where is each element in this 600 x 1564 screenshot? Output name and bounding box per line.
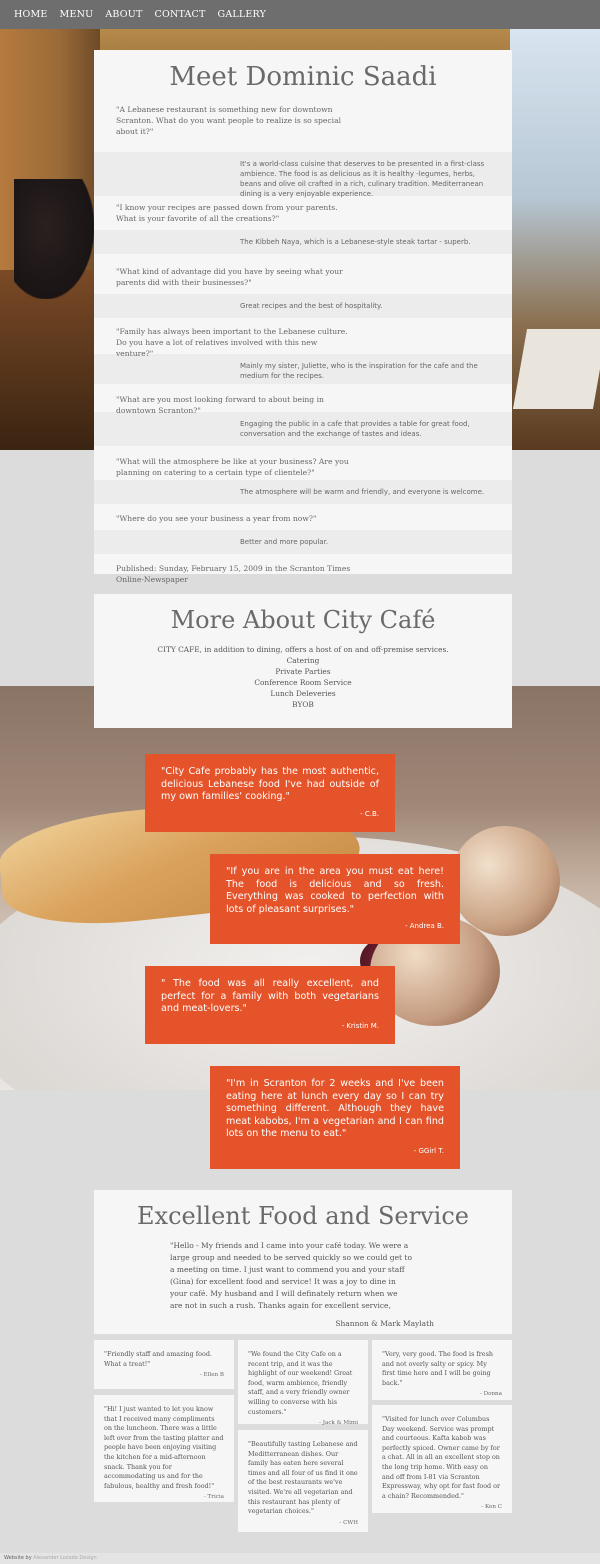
nav-gallery[interactable]: GALLERY [218, 9, 267, 20]
testimonial-author: - C.B. [360, 809, 379, 818]
review-author: - Ellen B [199, 1372, 224, 1379]
excellent-title: Excellent Food and Service [137, 1202, 469, 1230]
review-text: "Very, very good. The food is fresh and … [382, 1350, 493, 1387]
testimonial-author: - Andrea B. [405, 922, 444, 930]
answer: Engaging the public in a cafe that provi… [94, 412, 512, 446]
nav-home[interactable]: HOME [14, 9, 48, 20]
testimonial-card: " The food was all really excellent, and… [145, 966, 395, 1044]
answer: It's a world-class cuisine that deserves… [94, 152, 512, 198]
testimonial-card: "City Cafe probably has the most authent… [145, 754, 395, 832]
review-text: "Visited for lunch over Columbus Day wee… [382, 1415, 501, 1500]
excellent-panel: Excellent Food and Service "Hello - My f… [94, 1190, 512, 1334]
review-author: - Tricia [203, 1494, 224, 1501]
excellent-body: "Hello - My friends and I came into your… [170, 1241, 412, 1310]
review-text: "We found the City Cafe on a recent trip… [248, 1350, 353, 1416]
question: "Where do you see your business a year f… [94, 504, 512, 530]
about-line: Catering [286, 656, 320, 665]
review-author: - Jack & Mimi [319, 1420, 358, 1427]
answer: Mainly my sister, Juliette, who is the i… [94, 354, 512, 384]
question: "Family has always been important to the… [94, 318, 512, 358]
published-note: Published: Sunday, February 15, 2009 in … [116, 564, 351, 584]
top-nav: HOME MENU ABOUT CONTACT GALLERY [0, 0, 600, 29]
testimonial-author: - GGirl T. [413, 1146, 444, 1155]
answer: Better and more popular. [94, 530, 512, 554]
review-card: "Very, very good. The food is fresh and … [372, 1340, 512, 1400]
footer-prefix: Website by [4, 1555, 32, 1561]
review-author: - Ken C [481, 1504, 502, 1511]
about-line: Conference Room Service [254, 678, 352, 687]
review-card: "Visited for lunch over Columbus Day wee… [372, 1405, 512, 1513]
about-line: Lunch Deleveries [270, 689, 336, 698]
review-card: "Friendly staff and amazing food. What a… [94, 1340, 234, 1389]
about-panel: More About City Café CITY CAFE, in addit… [94, 594, 512, 728]
testimonial-text: "I'm in Scranton for 2 weeks and I've be… [226, 1078, 444, 1139]
about-line: Private Parties [275, 667, 331, 676]
review-text: "Hi! I just wanted to let you know that … [104, 1405, 224, 1490]
testimonial-card: "I'm in Scranton for 2 weeks and I've be… [210, 1066, 460, 1169]
answer: The atmosphere will be warm and friendly… [94, 480, 512, 504]
question: "What will the atmosphere be like at you… [94, 446, 512, 480]
review-card: "We found the City Cafe on a recent trip… [238, 1340, 368, 1427]
nav-about[interactable]: ABOUT [105, 9, 142, 20]
question: "A Lebanese restaurant is something new … [94, 100, 512, 152]
page-title: Meet Dominic Saadi [169, 62, 437, 92]
testimonial-text: " The food was all really excellent, and… [161, 978, 379, 1014]
about-title: More About City Café [170, 606, 436, 634]
answer: The Kibbeh Naya, which is a Lebanese-sty… [94, 230, 512, 254]
review-text: "Friendly staff and amazing food. What a… [104, 1350, 212, 1368]
review-card: "Beautifully tasting Lebanese and Meditt… [238, 1430, 368, 1532]
review-author: - Donna [479, 1391, 502, 1398]
testimonial-text: "If you are in the area you must eat her… [226, 866, 444, 915]
about-line: BYOB [292, 700, 314, 709]
review-text: "Beautifully tasting Lebanese and Meditt… [248, 1440, 358, 1516]
footer-designer-link[interactable]: Alexander Lozada Design [33, 1555, 96, 1561]
interview-panel: Meet Dominic Saadi "A Lebanese restauran… [94, 50, 512, 584]
footer: Website by Alexander Lozada Design [0, 1553, 600, 1564]
question: "What are you most looking forward to ab… [94, 384, 512, 415]
testimonial-card: "If you are in the area you must eat her… [210, 854, 460, 944]
question: "I know your recipes are passed down fro… [94, 196, 512, 230]
answer: Great recipes and the best of hospitalit… [94, 294, 512, 318]
testimonial-author: - Kristin M. [341, 1021, 379, 1030]
nav-menu[interactable]: MENU [60, 9, 94, 20]
review-card: "Hi! I just wanted to let you know that … [94, 1395, 234, 1502]
excellent-signature: Shannon & Mark Maylath [335, 1319, 434, 1328]
testimonial-text: "City Cafe probably has the most authent… [161, 766, 379, 802]
nav-contact[interactable]: CONTACT [154, 9, 205, 20]
review-author: - CWH [339, 1519, 358, 1526]
about-line: CITY CAFE, in addition to dining, offers… [157, 645, 449, 654]
question: "What kind of advantage did you have by … [94, 254, 512, 294]
